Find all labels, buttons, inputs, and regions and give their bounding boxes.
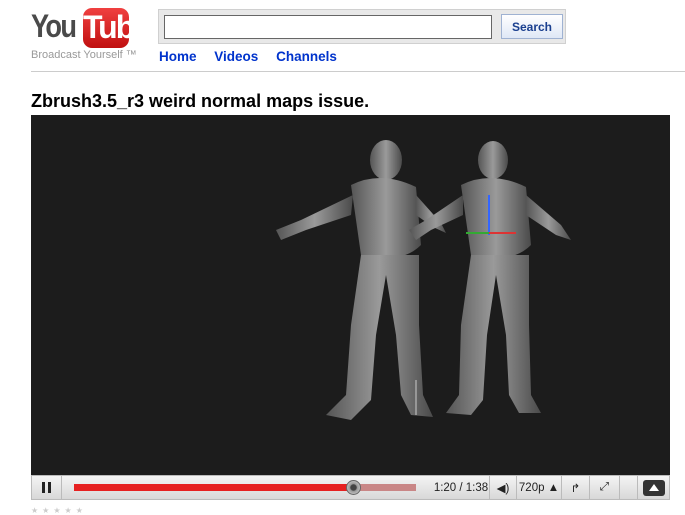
model-right: [409, 141, 571, 415]
triangle-up-icon: ▲: [547, 481, 560, 494]
logo-tube: Tube: [83, 8, 151, 48]
logo-you: You: [31, 8, 77, 44]
video-title: Zbrush3.5_r3 weird normal maps issue.: [31, 91, 370, 111]
player-controls: 1:20 / 1:38 ◀) 720p ▲ ↱ ⤢: [31, 475, 670, 500]
time-display: 1:20 / 1:38: [433, 481, 489, 494]
nav-videos[interactable]: Videos: [214, 49, 258, 64]
video-frame[interactable]: [31, 115, 670, 475]
expand-button[interactable]: [637, 476, 670, 499]
popout-icon[interactable]: ↱: [562, 476, 590, 499]
quality-label: 720p: [518, 481, 545, 494]
progress-bar[interactable]: [62, 476, 433, 499]
progress-track[interactable]: [74, 480, 416, 495]
nav-channels[interactable]: Channels: [276, 49, 337, 64]
pause-button[interactable]: [32, 476, 62, 499]
fullscreen-icon[interactable]: ⤢: [590, 476, 620, 499]
tagline: Broadcast Yourself ™: [31, 49, 137, 61]
progress-played: [74, 484, 354, 491]
model-left: [276, 140, 446, 420]
volume-icon[interactable]: ◀): [489, 476, 517, 499]
rating-stars[interactable]: ★★★★★: [31, 506, 87, 515]
video-content: [276, 140, 571, 420]
quality-button[interactable]: 720p ▲: [517, 476, 562, 499]
eject-icon: [643, 479, 665, 496]
scrubber-handle[interactable]: [346, 480, 362, 495]
search-bar: Search: [158, 9, 566, 44]
nav: Home Videos Channels: [159, 49, 351, 64]
divider: [31, 71, 685, 72]
nav-home[interactable]: Home: [159, 49, 197, 64]
search-input[interactable]: [164, 15, 492, 39]
search-button[interactable]: Search: [501, 14, 563, 39]
